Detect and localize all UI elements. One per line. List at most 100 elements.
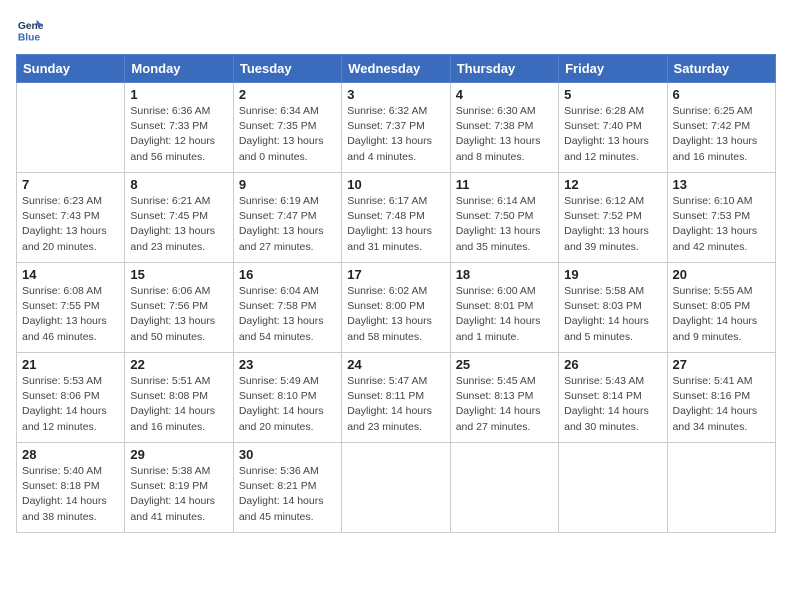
calendar-cell: 5Sunrise: 6:28 AMSunset: 7:40 PMDaylight…: [559, 83, 667, 173]
day-info: Sunrise: 5:38 AMSunset: 8:19 PMDaylight:…: [130, 464, 227, 525]
day-info: Sunrise: 6:36 AMSunset: 7:33 PMDaylight:…: [130, 104, 227, 165]
weekday-header-monday: Monday: [125, 55, 233, 83]
day-info: Sunrise: 5:41 AMSunset: 8:16 PMDaylight:…: [673, 374, 770, 435]
day-number: 26: [564, 357, 661, 372]
calendar-cell: 27 Sunrise: 5:41 AMSunset: 8:16 PMDayligh…: [667, 353, 775, 443]
day-number: 3: [347, 87, 444, 102]
calendar-week-row: 28 Sunrise: 5:40 AMSunset: 8:18 PMDayligh…: [17, 443, 776, 533]
calendar-cell: 12 Sunrise: 6:12 AMSunset: 7:52 PMDayligh…: [559, 173, 667, 263]
day-info: Sunrise: 6:28 AMSunset: 7:40 PMDaylight:…: [564, 104, 661, 165]
day-number: 27: [673, 357, 770, 372]
calendar-cell: 16 Sunrise: 6:04 AMSunset: 7:58 PMDayligh…: [233, 263, 341, 353]
day-info: Sunrise: 5:55 AMSunset: 8:05 PMDaylight:…: [673, 284, 770, 345]
calendar-cell: 7 Sunrise: 6:23 AMSunset: 7:43 PMDaylight…: [17, 173, 125, 263]
day-info: Sunrise: 5:47 AMSunset: 8:11 PMDaylight:…: [347, 374, 444, 435]
weekday-header-thursday: Thursday: [450, 55, 558, 83]
day-number: 4: [456, 87, 553, 102]
day-number: 29: [130, 447, 227, 462]
weekday-header-sunday: Sunday: [17, 55, 125, 83]
day-number: 23: [239, 357, 336, 372]
calendar-cell: 25Sunrise: 5:45 AMSunset: 8:13 PMDayligh…: [450, 353, 558, 443]
day-info: Sunrise: 6:17 AMSunset: 7:48 PMDaylight:…: [347, 194, 444, 255]
calendar-cell: 28 Sunrise: 5:40 AMSunset: 8:18 PMDayligh…: [17, 443, 125, 533]
day-info: Sunrise: 6:25 AMSunset: 7:42 PMDaylight:…: [673, 104, 770, 165]
calendar-cell: 10 Sunrise: 6:17 AMSunset: 7:48 PMDayligh…: [342, 173, 450, 263]
day-info: Sunrise: 6:10 AMSunset: 7:53 PMDaylight:…: [673, 194, 770, 255]
calendar-cell: 18 Sunrise: 6:00 AMSunset: 8:01 PMDayligh…: [450, 263, 558, 353]
day-info: Sunrise: 5:36 AMSunset: 8:21 PMDaylight:…: [239, 464, 336, 525]
day-number: 24: [347, 357, 444, 372]
day-number: 25: [456, 357, 553, 372]
weekday-header-tuesday: Tuesday: [233, 55, 341, 83]
day-info: Sunrise: 5:40 AMSunset: 8:18 PMDaylight:…: [22, 464, 119, 525]
calendar-week-row: 14 Sunrise: 6:08 AMSunset: 7:55 PMDayligh…: [17, 263, 776, 353]
calendar-week-row: 7 Sunrise: 6:23 AMSunset: 7:43 PMDaylight…: [17, 173, 776, 263]
calendar-cell: 2Sunrise: 6:34 AMSunset: 7:35 PMDaylight…: [233, 83, 341, 173]
calendar-cell: [450, 443, 558, 533]
day-number: 30: [239, 447, 336, 462]
day-number: 21: [22, 357, 119, 372]
day-number: 28: [22, 447, 119, 462]
svg-text:Blue: Blue: [18, 32, 41, 43]
calendar-cell: 15 Sunrise: 6:06 AMSunset: 7:56 PMDayligh…: [125, 263, 233, 353]
calendar-cell: 4Sunrise: 6:30 AMSunset: 7:38 PMDaylight…: [450, 83, 558, 173]
calendar-cell: 3Sunrise: 6:32 AMSunset: 7:37 PMDaylight…: [342, 83, 450, 173]
page-header: General Blue: [16, 16, 776, 44]
day-number: 17: [347, 267, 444, 282]
day-number: 7: [22, 177, 119, 192]
calendar-cell: [342, 443, 450, 533]
calendar-cell: 9 Sunrise: 6:19 AMSunset: 7:47 PMDaylight…: [233, 173, 341, 263]
day-info: Sunrise: 6:23 AMSunset: 7:43 PMDaylight:…: [22, 194, 119, 255]
day-number: 12: [564, 177, 661, 192]
day-info: Sunrise: 6:14 AMSunset: 7:50 PMDaylight:…: [456, 194, 553, 255]
day-info: Sunrise: 5:49 AMSunset: 8:10 PMDaylight:…: [239, 374, 336, 435]
calendar-cell: 21 Sunrise: 5:53 AMSunset: 8:06 PMDayligh…: [17, 353, 125, 443]
day-number: 19: [564, 267, 661, 282]
day-info: Sunrise: 6:19 AMSunset: 7:47 PMDaylight:…: [239, 194, 336, 255]
day-info: Sunrise: 6:00 AMSunset: 8:01 PMDaylight:…: [456, 284, 553, 345]
calendar-cell: 17 Sunrise: 6:02 AMSunset: 8:00 PMDayligh…: [342, 263, 450, 353]
calendar-cell: 22 Sunrise: 5:51 AMSunset: 8:08 PMDayligh…: [125, 353, 233, 443]
day-number: 18: [456, 267, 553, 282]
calendar-cell: 20 Sunrise: 5:55 AMSunset: 8:05 PMDayligh…: [667, 263, 775, 353]
calendar-cell: 11 Sunrise: 6:14 AMSunset: 7:50 PMDayligh…: [450, 173, 558, 263]
weekday-header-wednesday: Wednesday: [342, 55, 450, 83]
day-number: 22: [130, 357, 227, 372]
day-number: 16: [239, 267, 336, 282]
calendar-cell: 1 Sunrise: 6:36 AMSunset: 7:33 PMDaylight…: [125, 83, 233, 173]
day-info: Sunrise: 6:02 AMSunset: 8:00 PMDaylight:…: [347, 284, 444, 345]
calendar-cell: 26 Sunrise: 5:43 AMSunset: 8:14 PMDayligh…: [559, 353, 667, 443]
weekday-header-friday: Friday: [559, 55, 667, 83]
day-info: Sunrise: 6:34 AMSunset: 7:35 PMDaylight:…: [239, 104, 336, 165]
calendar-cell: 6Sunrise: 6:25 AMSunset: 7:42 PMDaylight…: [667, 83, 775, 173]
calendar-table: SundayMondayTuesdayWednesdayThursdayFrid…: [16, 54, 776, 533]
day-info: Sunrise: 5:53 AMSunset: 8:06 PMDaylight:…: [22, 374, 119, 435]
calendar-cell: [17, 83, 125, 173]
day-info: Sunrise: 5:43 AMSunset: 8:14 PMDaylight:…: [564, 374, 661, 435]
day-number: 15: [130, 267, 227, 282]
day-info: Sunrise: 5:51 AMSunset: 8:08 PMDaylight:…: [130, 374, 227, 435]
logo: General Blue: [16, 16, 48, 44]
day-number: 1: [130, 87, 227, 102]
calendar-cell: 13Sunrise: 6:10 AMSunset: 7:53 PMDayligh…: [667, 173, 775, 263]
calendar-cell: [559, 443, 667, 533]
calendar-cell: 30 Sunrise: 5:36 AMSunset: 8:21 PMDayligh…: [233, 443, 341, 533]
day-number: 11: [456, 177, 553, 192]
calendar-cell: 29 Sunrise: 5:38 AMSunset: 8:19 PMDayligh…: [125, 443, 233, 533]
day-number: 9: [239, 177, 336, 192]
day-info: Sunrise: 5:58 AMSunset: 8:03 PMDaylight:…: [564, 284, 661, 345]
calendar-cell: 19 Sunrise: 5:58 AMSunset: 8:03 PMDayligh…: [559, 263, 667, 353]
calendar-cell: 14 Sunrise: 6:08 AMSunset: 7:55 PMDayligh…: [17, 263, 125, 353]
day-number: 14: [22, 267, 119, 282]
calendar-cell: 8Sunrise: 6:21 AMSunset: 7:45 PMDaylight…: [125, 173, 233, 263]
logo-icon: General Blue: [16, 16, 44, 44]
weekday-header-row: SundayMondayTuesdayWednesdayThursdayFrid…: [17, 55, 776, 83]
day-info: Sunrise: 6:21 AMSunset: 7:45 PMDaylight:…: [130, 194, 227, 255]
day-number: 20: [673, 267, 770, 282]
day-info: Sunrise: 6:04 AMSunset: 7:58 PMDaylight:…: [239, 284, 336, 345]
day-info: Sunrise: 6:12 AMSunset: 7:52 PMDaylight:…: [564, 194, 661, 255]
day-number: 10: [347, 177, 444, 192]
calendar-week-row: 1 Sunrise: 6:36 AMSunset: 7:33 PMDaylight…: [17, 83, 776, 173]
day-info: Sunrise: 6:06 AMSunset: 7:56 PMDaylight:…: [130, 284, 227, 345]
day-info: Sunrise: 6:08 AMSunset: 7:55 PMDaylight:…: [22, 284, 119, 345]
